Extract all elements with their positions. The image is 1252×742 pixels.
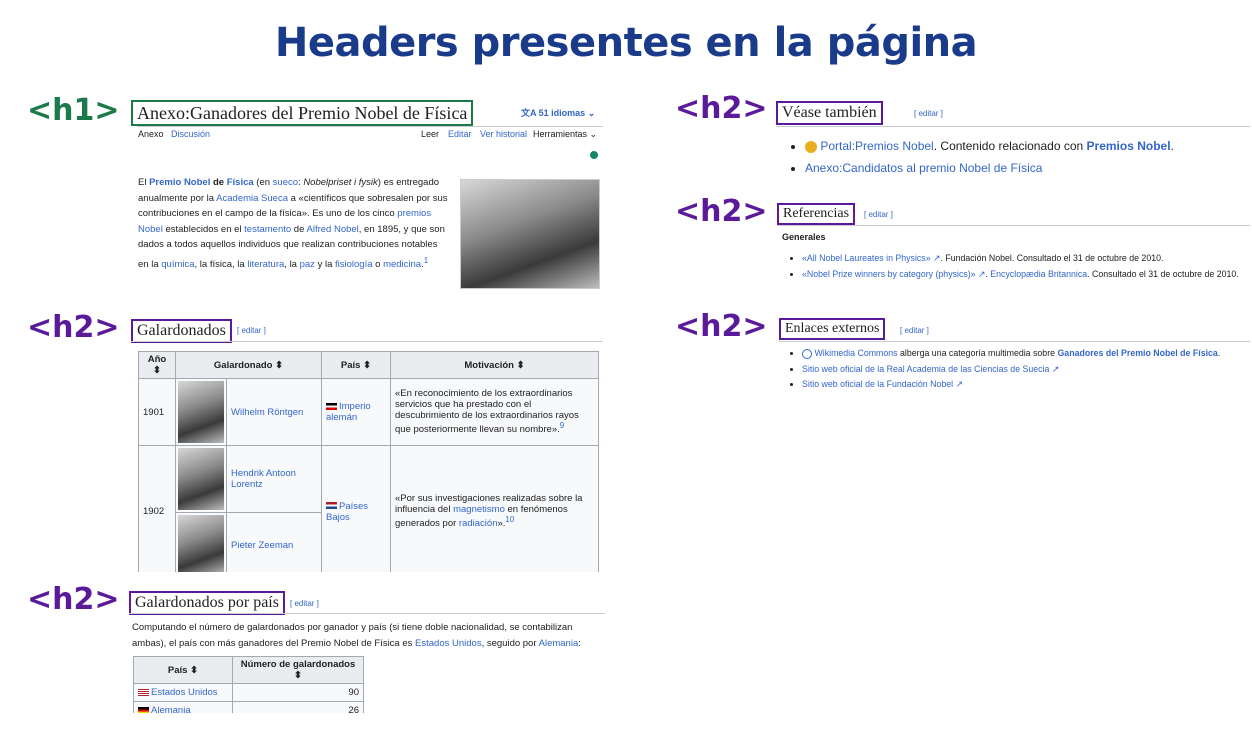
translate-icon: 文A <box>521 108 539 118</box>
col-header-motivation[interactable]: Motivación ⬍ <box>390 351 599 379</box>
h2-tag-label: <h2> <box>675 91 768 126</box>
flag-icon <box>138 688 149 696</box>
h2-tag-label: <h2> <box>675 194 768 229</box>
list-item: Sitio web oficial de la Real Academia de… <box>802 362 1250 378</box>
external-link-icon: ↗ <box>975 269 986 279</box>
list-item: Wikimedia Commons alberga una categoría … <box>802 346 1250 362</box>
col-header-pais[interactable]: País ⬍ <box>133 656 233 684</box>
subheading-generales: Generales <box>782 232 826 242</box>
laureate-link[interactable]: Wilhelm Röntgen <box>226 378 322 446</box>
country-table: País ⬍ Número de galardonados ⬍ Estados … <box>133 656 364 720</box>
tab-leer[interactable]: Leer <box>421 129 439 139</box>
link-medicina[interactable]: medicina <box>383 259 421 270</box>
link-testamento[interactable]: testamento <box>244 224 291 235</box>
link-alfred-nobel[interactable]: Alfred Nobel <box>307 224 359 235</box>
country-link[interactable]: Estados Unidos <box>133 683 233 702</box>
external-link-icon: ↗ <box>953 379 963 389</box>
external-link-icon: ↗ <box>1049 363 1060 374</box>
heading-referencias: Referencias <box>777 203 856 225</box>
link-literatura[interactable]: literatura <box>247 259 284 270</box>
table-row: Estados Unidos 90 <box>133 683 364 702</box>
h2-tag-label: <h2> <box>27 310 120 345</box>
wikimedia-commons-icon <box>802 348 812 359</box>
link-sueco[interactable]: sueco <box>273 177 298 188</box>
see-also-list: Portal:Premios Nobel. Contenido relacion… <box>789 135 1174 179</box>
tab-anexo[interactable]: Anexo <box>138 129 164 139</box>
heading-vease-tambien: Véase también <box>776 101 883 125</box>
h2-tag-label: <h2> <box>27 582 120 617</box>
article-heading-h1: Anexo:Ganadores del Premio Nobel de Físi… <box>131 100 474 126</box>
h1-tag-label: <h1> <box>27 93 120 128</box>
portrait-image[interactable] <box>178 381 224 443</box>
list-item: Anexo:Candidatos al premio Nobel de Físi… <box>805 157 1174 179</box>
languages-button[interactable]: 文A 51 idiomas ⌄ <box>521 106 595 119</box>
laureate-link[interactable]: Pieter Zeeman <box>226 512 322 578</box>
edit-link[interactable]: [ editar ] <box>914 109 943 118</box>
link-paz[interactable]: paz <box>300 259 315 270</box>
edit-link[interactable]: [ editar ] <box>290 599 319 608</box>
link-fisiologia[interactable]: fisiología <box>335 259 373 270</box>
col-header-year[interactable]: Año ⬍ <box>138 351 176 379</box>
references-list: «All Nobel Laureates in Physics» ↗. Fund… <box>786 250 1252 282</box>
list-item: Portal:Premios Nobel. Contenido relacion… <box>805 135 1174 157</box>
heading-enlaces-externos: Enlaces externos <box>779 318 886 340</box>
edit-link[interactable]: [ editar ] <box>900 326 929 335</box>
list-item: Sitio web oficial de la Fundación Nobel … <box>802 377 1250 393</box>
edit-link[interactable]: [ editar ] <box>237 326 266 335</box>
chevron-down-icon: ⌄ <box>585 108 596 118</box>
intro-paragraph: El Premio Nobel de Física (en sueco: Nob… <box>138 177 448 270</box>
link-academia-sueca[interactable]: Academia Sueca <box>216 193 288 204</box>
edit-link[interactable]: [ editar ] <box>864 210 893 219</box>
table-row: 1901 Wilhelm Röntgen Imperio alemán «En … <box>138 378 599 446</box>
page-title: Headers presentes en la página <box>274 20 978 66</box>
col-header-laureate[interactable]: Galardonado ⬍ <box>175 351 322 379</box>
heading-galardonados: Galardonados <box>131 319 232 343</box>
nobel-medal-icon <box>805 140 817 153</box>
table-row: 1902 Hendrik Antoon Lorentz Países Bajos… <box>138 445 599 578</box>
country-link[interactable]: Imperio alemán <box>321 378 391 446</box>
h2-tag-label: <h2> <box>675 309 768 344</box>
chevron-down-icon: ⌄ <box>589 129 598 139</box>
tab-editar[interactable]: Editar <box>448 129 472 139</box>
list-item: «Nobel Prize winners by category (physic… <box>802 266 1252 282</box>
tab-discusion[interactable]: Discusión <box>171 129 210 139</box>
alfred-nobel-portrait[interactable] <box>460 179 600 289</box>
por-pais-paragraph: Computando el número de galardonados por… <box>132 622 581 649</box>
country-link[interactable]: Países Bajos <box>321 445 391 578</box>
tab-ver-historial[interactable]: Ver historial <box>480 129 527 139</box>
laureates-table: Año ⬍ Galardonado ⬍ País ⬍ Motivación ⬍ … <box>138 351 599 578</box>
heading-galardonados-por-pais: Galardonados por país <box>129 591 285 615</box>
link-premio-nobel[interactable]: Premio Nobel <box>149 177 210 188</box>
external-link-icon: ↗ <box>930 253 941 263</box>
laureate-link[interactable]: Hendrik Antoon Lorentz <box>226 445 322 513</box>
flag-icon <box>326 402 337 410</box>
featured-check-icon <box>590 151 598 159</box>
tab-herramientas[interactable]: Herramientas ⌄ <box>533 129 597 140</box>
link-fisica[interactable]: Física <box>227 177 254 188</box>
flag-icon <box>326 502 337 510</box>
list-item: «All Nobel Laureates in Physics» ↗. Fund… <box>802 250 1252 266</box>
portrait-image[interactable] <box>178 448 224 510</box>
col-header-count[interactable]: Número de galardonados ⬍ <box>232 656 364 684</box>
portrait-image[interactable] <box>178 515 224 575</box>
external-links-list: Wikimedia Commons alberga una categoría … <box>786 346 1250 393</box>
link-quimica[interactable]: química <box>161 259 194 270</box>
col-header-country[interactable]: País ⬍ <box>321 351 391 379</box>
